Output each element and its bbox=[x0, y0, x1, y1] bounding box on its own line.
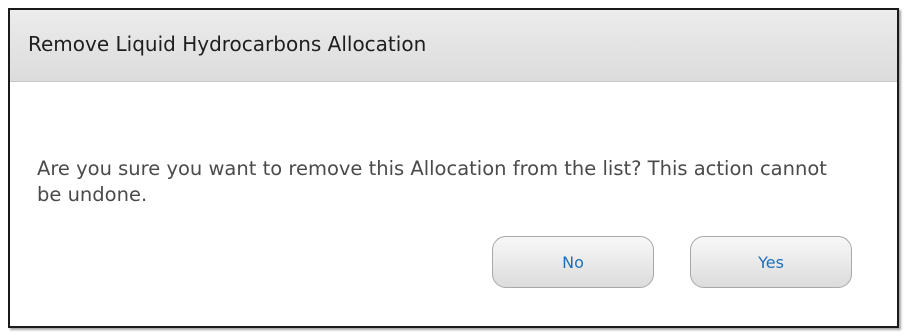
no-button[interactable]: No bbox=[492, 236, 654, 288]
confirm-remove-dialog: Remove Liquid Hydrocarbons Allocation Ar… bbox=[8, 8, 899, 328]
dialog-title: Remove Liquid Hydrocarbons Allocation bbox=[28, 32, 427, 56]
dialog-title-bar: Remove Liquid Hydrocarbons Allocation bbox=[10, 10, 897, 82]
dialog-message: Are you sure you want to remove this All… bbox=[37, 157, 827, 206]
yes-button[interactable]: Yes bbox=[690, 236, 852, 288]
